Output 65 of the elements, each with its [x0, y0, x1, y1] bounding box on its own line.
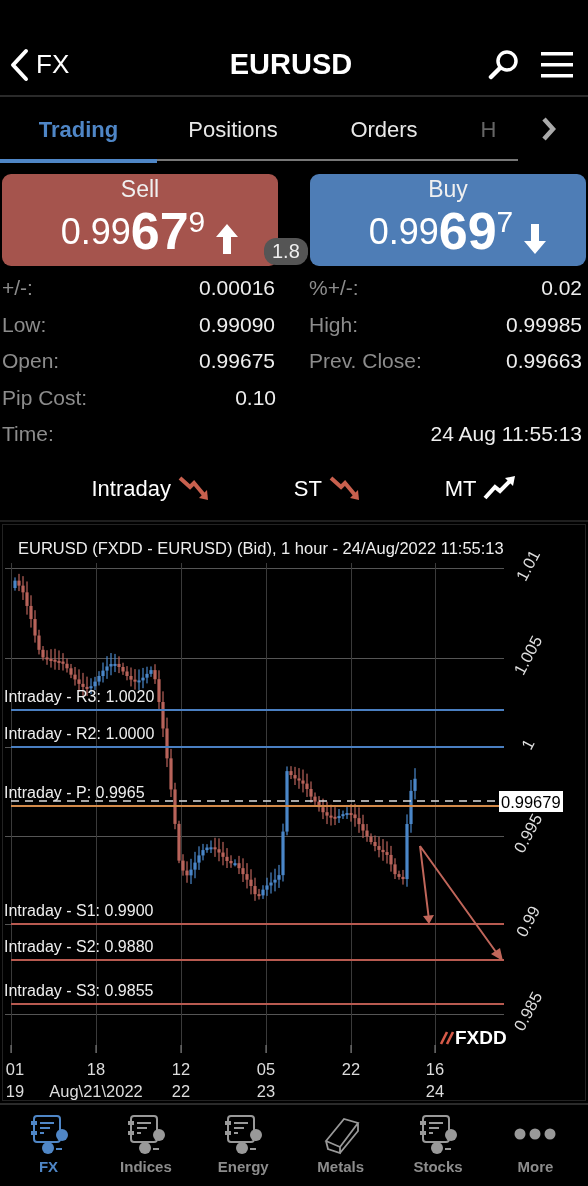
stat-value: 24 Aug 11:55:13 [430, 422, 582, 447]
tab[interactable]: Orders [309, 97, 459, 164]
stat-label: Low: [2, 312, 47, 337]
chart-title: EURUSD (FXDD - EURUSD) (Bid), 1 hour - 24/Aug/2022 11:55:13 [18, 538, 504, 557]
document-coins-icon [417, 1112, 460, 1155]
axis-tick: 0.99 [512, 902, 544, 940]
stat-value: 0.99663 [506, 349, 582, 374]
document-coins-icon [222, 1112, 265, 1155]
axis-tick: 1 [517, 735, 538, 753]
axis-tick: 1.01 [512, 546, 544, 584]
stat-value: 0.99675 [199, 349, 275, 374]
axis-tick: 01 [5, 1059, 25, 1078]
stat-label: Time: [2, 422, 54, 447]
period-tab[interactable]: Intraday [91, 474, 211, 504]
nav-item[interactable]: Metals [292, 1112, 390, 1186]
level-label: Intraday - P: 0.9965 [4, 783, 145, 801]
nav-item[interactable]: FX [0, 1112, 97, 1186]
level-label: Intraday - R2: 1.0000 [4, 724, 155, 742]
stat-value: 0.99090 [199, 312, 275, 337]
nav-item[interactable]: More [486, 1112, 584, 1186]
screen-title: EURUSD [228, 48, 354, 82]
stat-value: 0.99985 [506, 312, 582, 337]
stat-label: High: [309, 312, 359, 337]
menu-icon[interactable] [540, 49, 574, 80]
axis-tick: 0.985 [510, 988, 546, 1034]
stat-value: 0.00016 [199, 276, 275, 301]
tab[interactable]: Positions [157, 97, 309, 164]
nav-item[interactable]: Indices [97, 1112, 195, 1186]
stat-label: Prev. Close: [309, 349, 422, 374]
stat-label: %+/-: [309, 276, 359, 301]
axis-tick: 12 [171, 1059, 191, 1078]
stat-label: +/-: [2, 276, 33, 301]
tab[interactable]: H [459, 97, 518, 164]
logo: FXDD [455, 1026, 507, 1048]
axis-tick: 22 [171, 1081, 191, 1100]
axis-tick: 18 [86, 1059, 106, 1078]
slashes-icon [439, 1030, 455, 1045]
axis-tick: Aug\21\2022 [49, 1081, 143, 1100]
axis-tick: 24 [425, 1081, 445, 1100]
level-label: Intraday - R3: 1.0020 [4, 687, 155, 705]
last-price-tag: 0.99679 [499, 790, 563, 812]
axis-tick: 0.995 [510, 810, 546, 856]
stat-label: Pip Cost: [2, 385, 88, 410]
axis-tick: 1.005 [510, 632, 546, 678]
back-button[interactable]: FX [8, 47, 108, 82]
level-label: Intraday - S2: 0.9880 [4, 937, 154, 955]
stat-label: Open: [2, 349, 60, 374]
search-icon[interactable] [488, 48, 520, 81]
stat-value: 0.02 [541, 276, 582, 301]
axis-tick: 16 [425, 1059, 445, 1078]
period-tab[interactable]: MT [444, 474, 517, 504]
axis-tick: 22 [341, 1059, 361, 1078]
tab[interactable]: Trading [0, 97, 157, 164]
level-label: Intraday - S3: 0.9855 [4, 981, 154, 999]
axis-tick: 05 [256, 1059, 276, 1078]
more-icon [514, 1127, 557, 1140]
spread-badge: 1.8 [264, 237, 308, 265]
level-label: Intraday - S1: 0.9900 [4, 901, 154, 919]
axis-tick: 23 [256, 1081, 276, 1100]
nav-item[interactable]: Stocks [389, 1112, 487, 1186]
period-tab[interactable]: ST [293, 474, 362, 504]
chevron-right-icon[interactable] [540, 117, 556, 142]
axis-tick: 19 [5, 1081, 25, 1100]
nav-item[interactable]: Energy [194, 1112, 292, 1186]
stat-value: 0.10 [235, 385, 276, 410]
